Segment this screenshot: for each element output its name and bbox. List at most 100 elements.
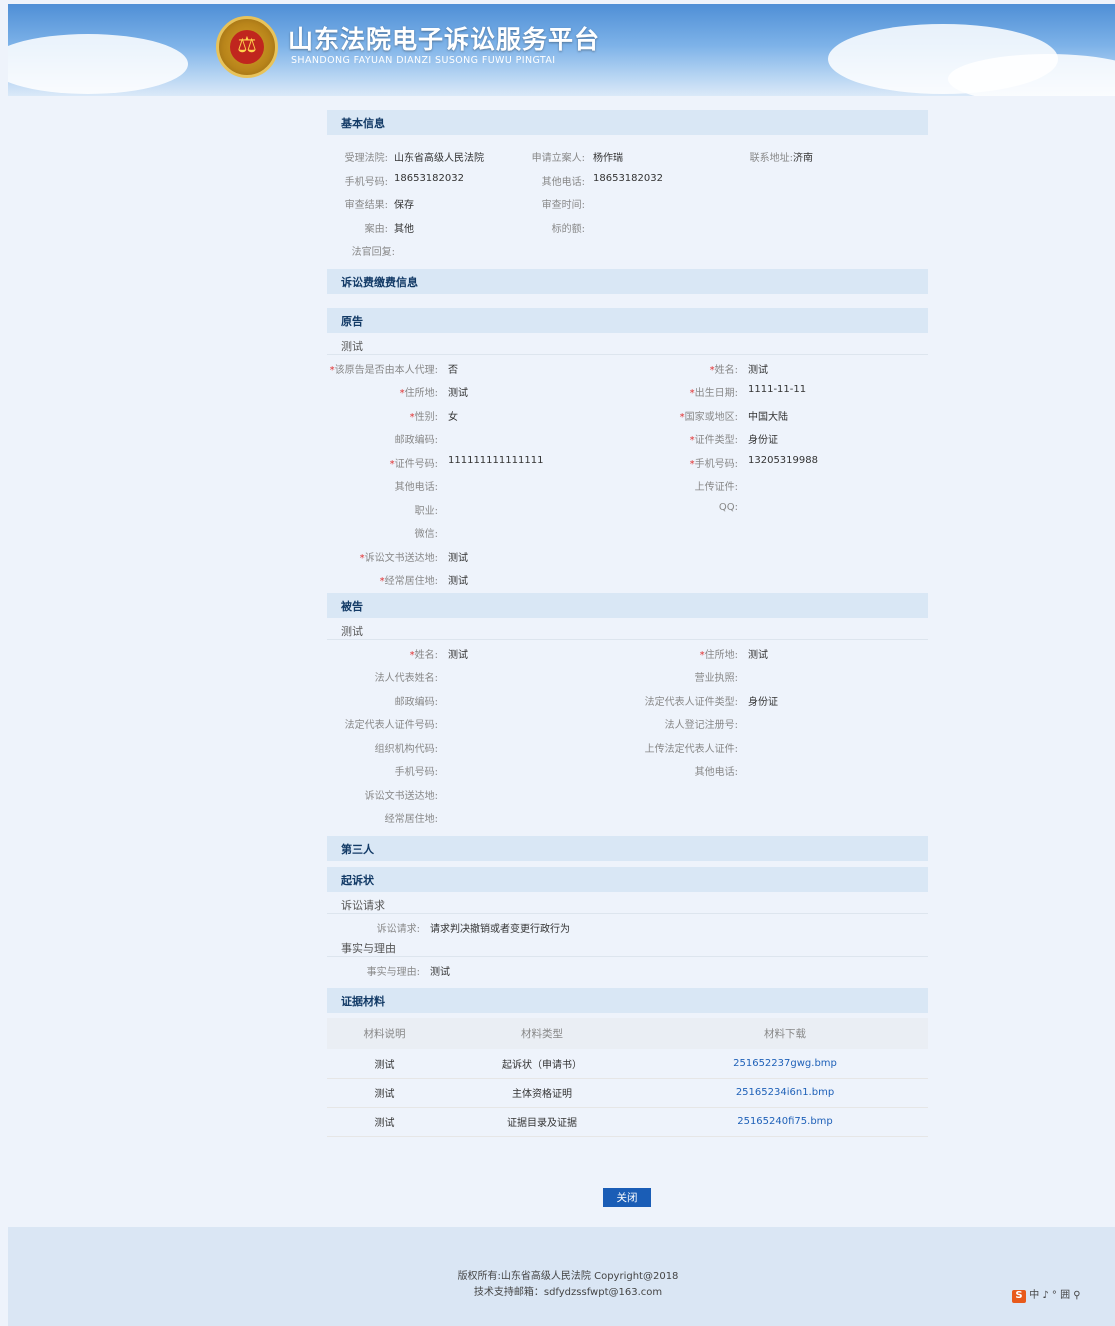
plaintiff-row: *诉讼文书送达地: 测试 <box>327 543 928 567</box>
birth-value: 1111-11-11 <box>748 384 807 395</box>
claims-value: 请求判决撤销或者变更行政行为 <box>430 923 570 935</box>
upload-rep-label: 上传法定代表人证件: <box>644 743 738 755</box>
site-subtitle: SHANDONG FAYUAN DIANZI SUSONG FUWU PINGT… <box>291 55 556 66</box>
plaintiff-other-phone-label: 其他电话: <box>394 482 438 493</box>
legal-rep-label: 法人代表姓名: <box>374 673 438 684</box>
phone-label: 手机号码: <box>344 176 388 188</box>
col-description: 材料说明 <box>327 1018 442 1049</box>
review-result-value: 保存 <box>394 200 414 211</box>
plaintiff-name-label: *姓名: <box>709 364 738 376</box>
table-row: 测试 主体资格证明 25165234i6n1.bmp <box>327 1078 928 1108</box>
self-agent-label: *该原告是否由本人代理: <box>329 364 438 376</box>
plaintiff-row: *住所地: 测试 *出生日期: 1111-11-11 <box>327 378 928 402</box>
defendant-residence-label: *住所地: <box>699 649 738 661</box>
facts-label: 事实与理由: <box>366 966 420 978</box>
section-third-party: 第三人 <box>327 835 928 861</box>
birth-label: *出生日期: <box>689 388 738 399</box>
wechat-label: 微信: <box>414 529 438 540</box>
org-code-label: 组织机构代码: <box>374 743 438 755</box>
gender-value: 女 <box>448 411 458 423</box>
col-download: 材料下载 <box>642 1018 928 1049</box>
residence-label: *住所地: <box>399 388 438 399</box>
footer-copyright: 版权所有:山东省高级人民法院 Copyright@2018 <box>457 1271 679 1282</box>
review-time-label: 审查时间: <box>541 200 585 211</box>
upload-id-label: 上传证件: <box>694 482 738 493</box>
defendant-postal-label: 邮政编码: <box>394 696 438 708</box>
mobile-value: 13205319988 <box>748 454 818 466</box>
basic-row-3: 审查结果: 保存 审查时间: <box>327 190 928 214</box>
applicant-value: 杨作瑞 <box>593 153 623 164</box>
court-label: 受理法院: <box>344 153 388 164</box>
footer-support-email: 技术支持邮箱：sdfydzssfwpt@163.com <box>473 1287 663 1298</box>
basic-row-5: 法官回复: <box>327 237 928 261</box>
plaintiff-row: *证件号码: 111111111111111 *手机号码: 1320531998… <box>327 449 928 473</box>
evidence-download-link[interactable]: 25165234i6n1.bmp <box>736 1087 834 1098</box>
section-defendant: 被告 <box>327 592 928 618</box>
defendant-row: 手机号码: 其他电话: <box>327 757 928 781</box>
section-fee-info: 诉讼费缴费信息 <box>327 268 928 294</box>
cause-label: 案由: <box>364 223 388 235</box>
region-value: 中国大陆 <box>748 411 788 423</box>
defendant-row: 经常居住地: <box>327 804 928 828</box>
evidence-download-link[interactable]: 251652237gwg.bmp <box>733 1058 837 1069</box>
mobile-label: *手机号码: <box>689 458 738 470</box>
id-no-value: 111111111111111 <box>448 454 544 466</box>
id-no-label: *证件号码: <box>389 458 438 470</box>
plaintiff-row: 微信: <box>327 519 928 543</box>
site-title: 山东法院电子诉讼服务平台 <box>288 25 601 54</box>
close-button[interactable]: 关闭 <box>603 1188 651 1207</box>
evidence-description: 测试 <box>327 1049 442 1079</box>
claims-heading: 诉讼请求 <box>327 892 928 914</box>
amount-label: 标的额: <box>551 223 585 235</box>
site-header: ⚖ 山东法院电子诉讼服务平台 SHANDONG FAYUAN DIANZI SU… <box>8 4 1115 96</box>
evidence-description: 测试 <box>327 1107 442 1137</box>
section-plaintiff: 原告 <box>327 307 928 333</box>
sogou-ime-icon: S <box>1012 1290 1026 1303</box>
other-phone-value: 18653182032 <box>593 172 663 184</box>
defendant-row: *姓名: 测试 *住所地: 测试 <box>327 640 928 664</box>
ime-toolbar[interactable]: S 中 ♪ ° 囲 ⚲ <box>1012 1286 1112 1303</box>
court-value: 山东省高级人民法院 <box>394 153 484 164</box>
defendant-row: 组织机构代码: 上传法定代表人证件: <box>327 734 928 758</box>
defendant-name-heading: 测试 <box>327 618 928 640</box>
defendant-name-label: *姓名: <box>409 649 438 661</box>
defendant-residence-value: 测试 <box>748 649 768 661</box>
defendant-other-phone-label: 其他电话: <box>694 767 738 778</box>
defendant-row: 法人代表姓名: 营业执照: <box>327 663 928 687</box>
review-result-label: 审查结果: <box>344 200 388 211</box>
defendant-habitual-label: 经常居住地: <box>384 814 438 825</box>
habitual-value: 测试 <box>448 576 468 587</box>
reply-label: 法官回复: <box>351 247 395 258</box>
basic-row-1: 受理法院: 山东省高级人民法院 申请立案人: 杨作瑞 联系地址: 济南 <box>327 143 928 167</box>
evidence-download-link[interactable]: 25165240fi75.bmp <box>737 1116 833 1127</box>
rep-id-type-value: 身份证 <box>748 696 778 708</box>
rep-id-type-label: 法定代表人证件类型: <box>644 696 738 708</box>
table-row: 测试 起诉状（申请书） 251652237gwg.bmp <box>327 1049 928 1079</box>
basic-row-4: 案由: 其他 标的额: <box>327 214 928 238</box>
section-evidence: 证据材料 <box>327 988 928 1013</box>
address-value: 济南 <box>793 153 813 164</box>
defendant-name-value: 测试 <box>448 649 468 661</box>
claims-label: 诉讼请求: <box>376 923 420 935</box>
facts-row: 事实与理由: 测试 <box>327 957 928 981</box>
gender-label: *性别: <box>409 411 438 423</box>
address-label: 联系地址: <box>749 153 793 164</box>
license-label: 营业执照: <box>694 673 738 684</box>
delivery-label: *诉讼文书送达地: <box>359 552 438 564</box>
defendant-row: 诉讼文书送达地: <box>327 781 928 805</box>
defendant-delivery-label: 诉讼文书送达地: <box>364 790 438 802</box>
section-basic-info: 基本信息 <box>327 110 928 135</box>
other-phone-label: 其他电话: <box>541 176 585 188</box>
plaintiff-row: 邮政编码: *证件类型: 身份证 <box>327 425 928 449</box>
cause-value: 其他 <box>394 223 414 235</box>
col-type: 材料类型 <box>442 1018 642 1049</box>
id-type-value: 身份证 <box>748 435 778 446</box>
qq-label: QQ: <box>718 501 738 513</box>
section-complaint: 起诉状 <box>327 866 928 892</box>
ime-status-icons: 中 ♪ ° 囲 ⚲ <box>1029 1290 1081 1301</box>
habitual-label: *经常居住地: <box>379 576 438 587</box>
defendant-row: 法定代表人证件号码: 法人登记注册号: <box>327 710 928 734</box>
phone-value: 18653182032 <box>394 172 464 184</box>
evidence-type: 主体资格证明 <box>442 1078 642 1108</box>
defendant-mobile-label: 手机号码: <box>394 767 438 778</box>
